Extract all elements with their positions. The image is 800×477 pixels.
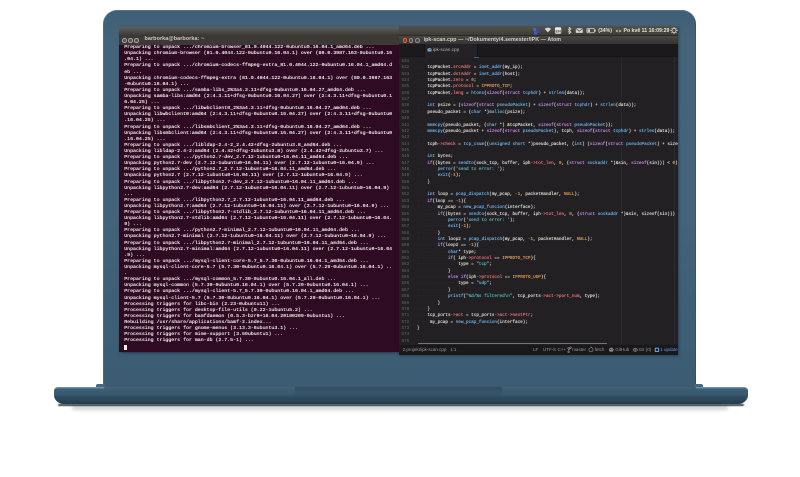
svg-text:EN: EN [555,29,561,34]
